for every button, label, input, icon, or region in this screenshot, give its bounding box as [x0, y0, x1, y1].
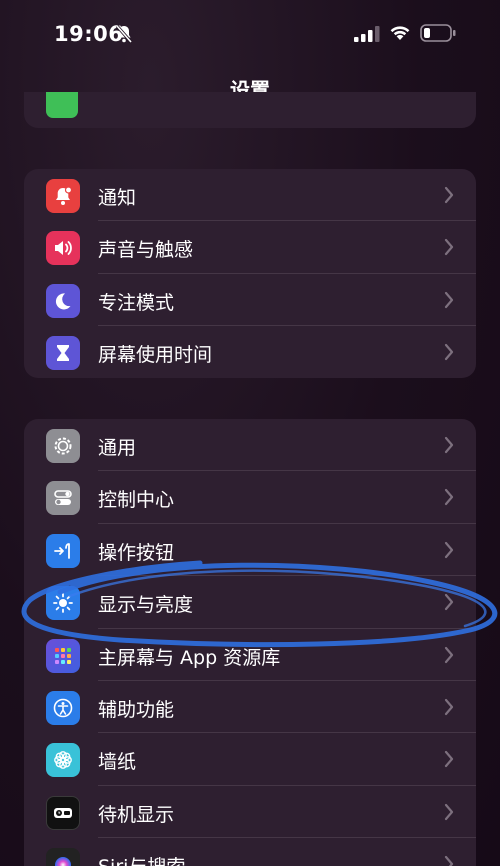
row-label: 通知: [98, 187, 137, 209]
row-label: 屏幕使用时间: [98, 344, 213, 367]
standby-icon: [46, 795, 80, 830]
row-label: 辅助功能: [98, 698, 175, 721]
battery-icon: [420, 24, 456, 42]
settings-row-focus[interactable]: 专注模式: [24, 274, 476, 327]
settings-row-screen-time[interactable]: 屏幕使用时间: [24, 326, 476, 378]
chevron-right-icon: [444, 856, 454, 866]
chevron-right-icon: [444, 541, 454, 558]
settings-group-general: 通用 控制中心 操作按钮 显示与亮度 主屏幕与 App 资源库 辅助功能 墙纸 …: [24, 419, 476, 866]
settings-screen: { "status_bar": { "time": "19:06" }, "na…: [0, 0, 500, 866]
hourglass-icon: [46, 336, 80, 371]
settings-group-notifications: 通知 声音与触感 专注模式 屏幕使用时间: [24, 169, 476, 378]
row-label: 声音与触感: [98, 239, 194, 262]
row-label: 操作按钮: [98, 541, 175, 564]
row-label: 待机显示: [98, 803, 175, 826]
chevron-right-icon: [444, 186, 454, 204]
settings-row-siri[interactable]: Siri与搜索: [24, 838, 476, 866]
row-label: Siri与搜索: [98, 852, 185, 866]
cellular-signal-icon: [354, 26, 380, 42]
chevron-right-icon: [444, 698, 454, 716]
chevron-right-icon: [444, 239, 454, 256]
row-label: 控制中心: [98, 489, 175, 512]
status-bar: 19:06: [0, 0, 500, 68]
row-label: 专注模式: [98, 291, 175, 314]
chevron-right-icon: [444, 291, 454, 308]
row-label: 通用: [98, 437, 137, 459]
chevron-right-icon: [444, 646, 454, 663]
settings-row-home-screen[interactable]: 主屏幕与 App 资源库: [24, 629, 476, 681]
settings-row-display-brightness[interactable]: 显示与亮度: [24, 576, 476, 629]
moon-icon: [46, 283, 80, 318]
chevron-right-icon: [444, 436, 454, 454]
home-screen-icon: [46, 638, 80, 673]
status-time: 19:06: [54, 22, 124, 46]
settings-row-control-center[interactable]: 控制中心: [24, 471, 476, 524]
settings-row-general[interactable]: 通用: [24, 419, 476, 472]
toggles-icon: [46, 481, 80, 516]
settings-group-top-partial: [24, 92, 476, 128]
partial-app-icon: [46, 92, 78, 118]
settings-row-wallpaper[interactable]: 墙纸: [24, 733, 476, 786]
row-label: 墙纸: [98, 751, 137, 774]
sun-icon: [46, 586, 80, 621]
settings-row-notifications[interactable]: 通知: [24, 169, 476, 222]
chevron-right-icon: [444, 344, 454, 361]
row-label: 显示与亮度: [98, 594, 194, 617]
chevron-right-icon: [444, 594, 454, 611]
row-label: 主屏幕与 App 资源库: [98, 646, 281, 669]
wifi-icon: [390, 26, 410, 40]
speaker-icon: [46, 231, 80, 266]
settings-row-action-button[interactable]: 操作按钮: [24, 524, 476, 577]
siri-icon: [46, 848, 80, 866]
bell-icon: [46, 179, 80, 213]
flower-icon: [46, 743, 80, 778]
bell-slash-icon: [115, 24, 133, 44]
chevron-right-icon: [444, 751, 454, 768]
settings-row-standby[interactable]: 待机显示: [24, 786, 476, 839]
chevron-right-icon: [444, 803, 454, 820]
gear-icon: [46, 429, 80, 463]
chevron-right-icon: [444, 489, 454, 506]
settings-row-sounds[interactable]: 声音与触感: [24, 221, 476, 274]
settings-row-accessibility[interactable]: 辅助功能: [24, 681, 476, 734]
accessibility-icon: [46, 690, 80, 725]
action-button-icon: [46, 533, 80, 568]
